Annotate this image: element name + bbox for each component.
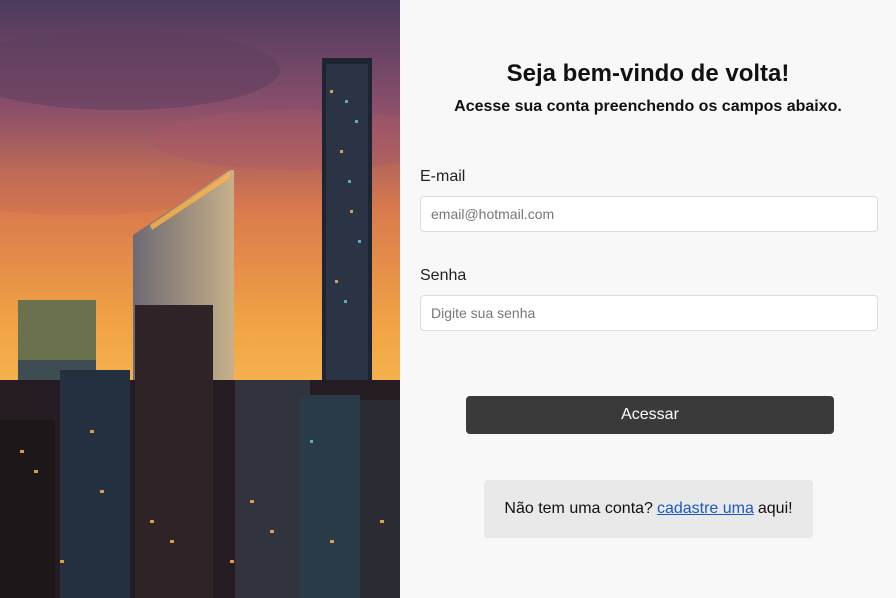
city-skyline-illustration	[0, 0, 400, 598]
signup-link[interactable]: cadastre uma	[657, 500, 754, 518]
signup-prefix: Não tem uma conta?	[504, 500, 653, 517]
password-label: Senha	[420, 267, 467, 284]
page-subtitle: Acesse sua conta preenchendo os campos a…	[454, 98, 842, 115]
page-title: Seja bem-vindo de volta!	[506, 60, 790, 87]
signup-suffix: aqui!	[757, 500, 793, 517]
hero-image	[0, 0, 400, 598]
email-field[interactable]	[420, 196, 878, 232]
password-field[interactable]	[420, 295, 878, 331]
email-label: E-mail	[420, 168, 466, 185]
login-button[interactable]: Acessar	[466, 396, 834, 434]
login-panel: Seja bem-vindo de volta! Acesse sua cont…	[400, 0, 896, 598]
signup-box: Não tem uma conta? cadastre uma aqui!	[484, 480, 813, 538]
